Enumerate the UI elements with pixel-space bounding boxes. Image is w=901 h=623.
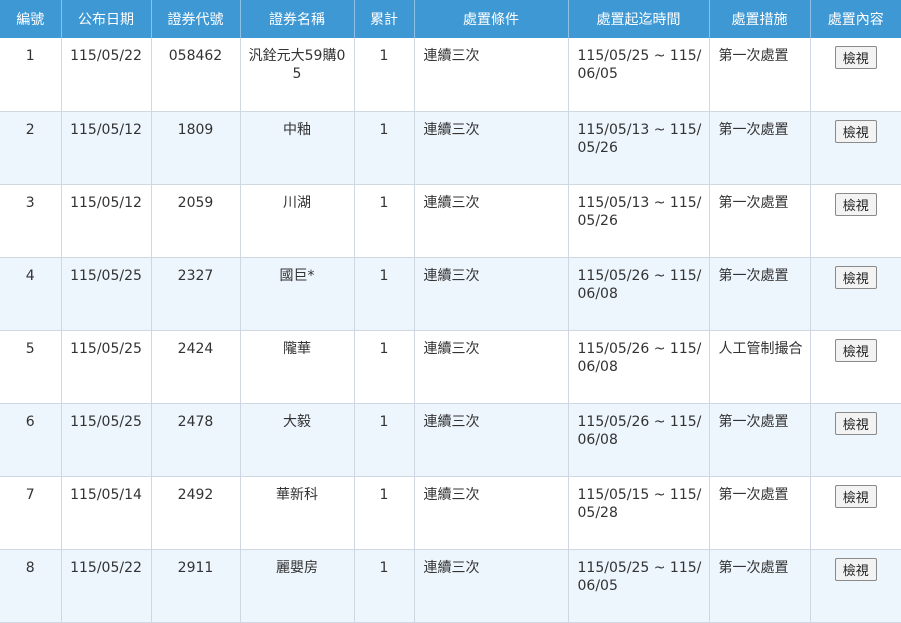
cell-period: 115/05/13 ~ 115/05/26 <box>568 111 710 185</box>
cell-date: 115/05/22 <box>61 549 152 623</box>
header-count[interactable]: 累計 <box>354 0 415 38</box>
cell-count: 1 <box>354 330 415 404</box>
cell-measure: 人工管制撮合 <box>709 330 811 404</box>
cell-name: 大毅 <box>240 403 355 477</box>
cell-content: 檢視 <box>810 330 901 404</box>
cell-measure: 第一次處置 <box>709 38 811 112</box>
cell-period: 115/05/26 ~ 115/06/08 <box>568 403 710 477</box>
view-button[interactable]: 檢視 <box>834 338 877 362</box>
cell-code: 2478 <box>151 403 241 477</box>
disposition-table: 編號 公布日期 證券代號 證券名稱 累計 處置條件 處置起迄時間 處置措施 處置… <box>0 0 901 623</box>
view-button[interactable]: 檢視 <box>834 411 877 435</box>
view-button[interactable]: 檢視 <box>834 192 877 216</box>
cell-date: 115/05/12 <box>61 111 152 185</box>
cell-code: 2911 <box>151 549 241 623</box>
header-period[interactable]: 處置起迄時間 <box>568 0 710 38</box>
view-button[interactable]: 檢視 <box>834 46 877 69</box>
cell-no: 1 <box>0 38 62 112</box>
header-date[interactable]: 公布日期 <box>61 0 152 38</box>
table-row: 2 115/05/12 1809 中釉 1 連續三次 115/05/13 ~ 1… <box>0 111 901 185</box>
cell-condition: 連續三次 <box>414 476 569 550</box>
cell-condition: 連續三次 <box>414 257 569 331</box>
cell-count: 1 <box>354 549 415 623</box>
cell-date: 115/05/25 <box>61 257 152 331</box>
view-button[interactable]: 檢視 <box>834 557 877 581</box>
cell-measure: 第一次處置 <box>709 403 811 477</box>
cell-content: 檢視 <box>810 38 901 112</box>
cell-date: 115/05/25 <box>61 403 152 477</box>
cell-content: 檢視 <box>810 403 901 477</box>
cell-name: 麗嬰房 <box>240 549 355 623</box>
table-row: 1 115/05/22 058462 汎銓元大59購05 1 連續三次 115/… <box>0 38 901 112</box>
cell-no: 6 <box>0 403 62 477</box>
cell-code: 2492 <box>151 476 241 550</box>
header-name[interactable]: 證券名稱 <box>240 0 355 38</box>
table-row: 8 115/05/22 2911 麗嬰房 1 連續三次 115/05/25 ~ … <box>0 549 901 623</box>
cell-count: 1 <box>354 111 415 185</box>
cell-period: 115/05/26 ~ 115/06/08 <box>568 330 710 404</box>
cell-measure: 第一次處置 <box>709 257 811 331</box>
header-measure[interactable]: 處置措施 <box>709 0 811 38</box>
cell-content: 檢視 <box>810 184 901 258</box>
cell-measure: 第一次處置 <box>709 184 811 258</box>
table-row: 4 115/05/25 2327 國巨* 1 連續三次 115/05/26 ~ … <box>0 257 901 331</box>
cell-condition: 連續三次 <box>414 111 569 185</box>
cell-code: 2424 <box>151 330 241 404</box>
cell-content: 檢視 <box>810 549 901 623</box>
table-row: 7 115/05/14 2492 華新科 1 連續三次 115/05/15 ~ … <box>0 476 901 550</box>
cell-content: 檢視 <box>810 257 901 331</box>
cell-date: 115/05/12 <box>61 184 152 258</box>
cell-code: 2327 <box>151 257 241 331</box>
cell-code: 2059 <box>151 184 241 258</box>
cell-count: 1 <box>354 184 415 258</box>
header-content[interactable]: 處置內容 <box>810 0 901 38</box>
view-button[interactable]: 檢視 <box>834 484 877 508</box>
cell-code: 058462 <box>151 38 241 112</box>
cell-date: 115/05/25 <box>61 330 152 404</box>
table-row: 3 115/05/12 2059 川湖 1 連續三次 115/05/13 ~ 1… <box>0 184 901 258</box>
cell-content: 檢視 <box>810 111 901 185</box>
cell-count: 1 <box>354 38 415 112</box>
cell-name: 汎銓元大59購05 <box>240 38 355 112</box>
header-code[interactable]: 證券代號 <box>151 0 241 38</box>
cell-condition: 連續三次 <box>414 38 569 112</box>
cell-condition: 連續三次 <box>414 184 569 258</box>
cell-code: 1809 <box>151 111 241 185</box>
cell-no: 7 <box>0 476 62 550</box>
cell-no: 3 <box>0 184 62 258</box>
cell-period: 115/05/15 ~ 115/05/28 <box>568 476 710 550</box>
cell-no: 5 <box>0 330 62 404</box>
cell-measure: 第一次處置 <box>709 476 811 550</box>
cell-period: 115/05/26 ~ 115/06/08 <box>568 257 710 331</box>
header-condition[interactable]: 處置條件 <box>414 0 569 38</box>
header-no[interactable]: 編號 <box>0 0 62 38</box>
table-row: 5 115/05/25 2424 隴華 1 連續三次 115/05/26 ~ 1… <box>0 330 901 404</box>
cell-count: 1 <box>354 476 415 550</box>
cell-period: 115/05/25 ~ 115/06/05 <box>568 38 710 112</box>
cell-period: 115/05/25 ~ 115/06/05 <box>568 549 710 623</box>
cell-name: 隴華 <box>240 330 355 404</box>
cell-name: 川湖 <box>240 184 355 258</box>
view-button[interactable]: 檢視 <box>834 265 877 289</box>
cell-count: 1 <box>354 403 415 477</box>
cell-condition: 連續三次 <box>414 549 569 623</box>
cell-name: 中釉 <box>240 111 355 185</box>
cell-period: 115/05/13 ~ 115/05/26 <box>568 184 710 258</box>
cell-no: 4 <box>0 257 62 331</box>
cell-content: 檢視 <box>810 476 901 550</box>
cell-name: 華新科 <box>240 476 355 550</box>
cell-count: 1 <box>354 257 415 331</box>
cell-condition: 連續三次 <box>414 330 569 404</box>
header-row: 編號 公布日期 證券代號 證券名稱 累計 處置條件 處置起迄時間 處置措施 處置… <box>0 0 901 38</box>
cell-no: 2 <box>0 111 62 185</box>
cell-no: 8 <box>0 549 62 623</box>
cell-condition: 連續三次 <box>414 403 569 477</box>
cell-name: 國巨* <box>240 257 355 331</box>
cell-date: 115/05/22 <box>61 38 152 112</box>
cell-date: 115/05/14 <box>61 476 152 550</box>
cell-measure: 第一次處置 <box>709 549 811 623</box>
view-button[interactable]: 檢視 <box>834 119 877 143</box>
cell-measure: 第一次處置 <box>709 111 811 185</box>
table-row: 6 115/05/25 2478 大毅 1 連續三次 115/05/26 ~ 1… <box>0 403 901 477</box>
